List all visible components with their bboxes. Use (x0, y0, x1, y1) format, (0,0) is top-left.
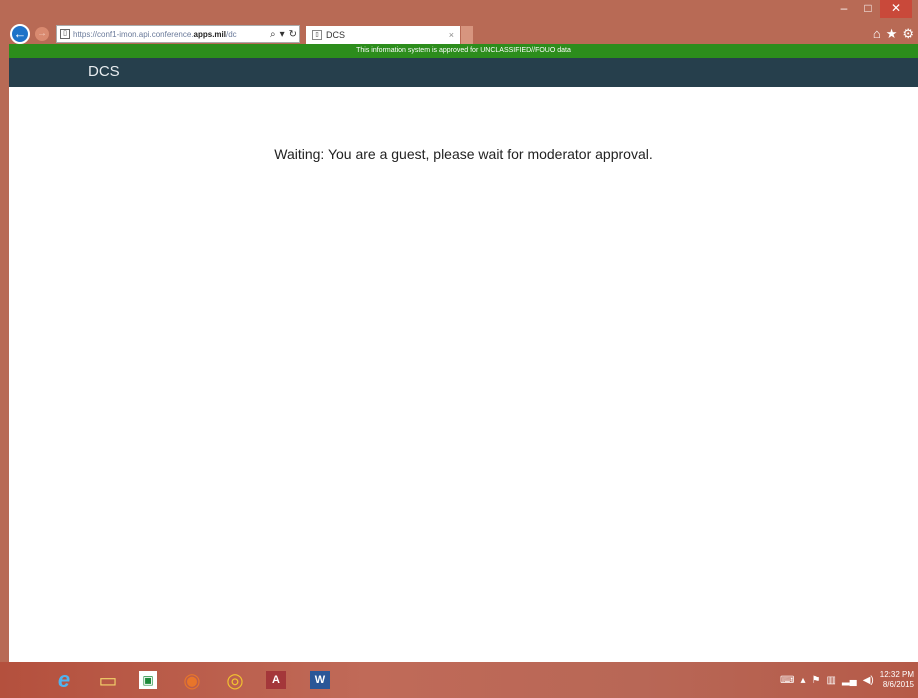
favorites-icon[interactable]: ★ (886, 26, 898, 42)
signal-icon[interactable]: ▂▄ (842, 675, 857, 686)
title-bar: – □ ✕ ← → ▯ https://conf1-imon.api.confe… (0, 0, 918, 44)
clock-date: 8/6/2015 (882, 680, 914, 689)
word-icon[interactable]: W (310, 671, 330, 689)
url-domain: apps.mil (193, 29, 226, 39)
page-favicon-icon: ▯ (312, 30, 322, 40)
minimize-button[interactable]: – (832, 0, 856, 18)
firefox-icon[interactable]: ◉ (180, 668, 204, 692)
waiting-message: Waiting: You are a guest, please wait fo… (274, 146, 653, 162)
search-icon[interactable]: ⌕ (270, 29, 276, 40)
browser-window: – □ ✕ ← → ▯ https://conf1-imon.api.confe… (0, 0, 918, 662)
browser-toolbar-right: ⌂ ★ ⚙ (873, 26, 914, 42)
app-title: DCS (88, 63, 120, 80)
forward-button[interactable]: → (35, 27, 49, 41)
taskbar: e ▭ ▣ ◉ ◎ A W ⌨ ▴ ⚑ ▥ ▂▄ ◀) 12:32 PM 8/6… (0, 662, 918, 698)
close-icon[interactable]: × (449, 30, 454, 40)
volume-icon[interactable]: ◀) (863, 675, 874, 686)
tab-label: DCS (326, 30, 346, 40)
keyboard-icon[interactable]: ⌨ (780, 675, 794, 686)
clock[interactable]: 12:32 PM 8/6/2015 (880, 670, 914, 690)
start-button[interactable] (10, 670, 30, 690)
page-content: This information system is approved for … (9, 44, 918, 662)
classification-banner: This information system is approved for … (9, 44, 918, 58)
new-tab-button[interactable] (461, 26, 473, 44)
system-tray: ⌨ ▴ ⚑ ▥ ▂▄ ◀) 12:32 PM 8/6/2015 (780, 662, 918, 698)
page-icon: ▯ (60, 29, 70, 39)
store-icon[interactable]: ▣ (139, 671, 157, 689)
network-icon[interactable]: ▥ (826, 675, 835, 686)
file-explorer-icon[interactable]: ▭ (96, 668, 120, 692)
access-icon[interactable]: A (266, 671, 286, 689)
tab-dcs[interactable]: ▯ DCS × (306, 26, 460, 44)
url-tail: /dc (225, 29, 237, 39)
home-icon[interactable]: ⌂ (873, 26, 881, 42)
window-controls: – □ ✕ (832, 0, 912, 20)
chevron-down-icon[interactable]: ▾ (280, 29, 285, 40)
app-header: DCS (9, 58, 918, 87)
address-bar[interactable]: ▯ https://conf1-imon.api.conference.apps… (56, 25, 300, 43)
internet-explorer-icon[interactable]: e (52, 667, 76, 692)
url-prefix: https://conf1-imon.api.conference. (73, 29, 194, 39)
url-text[interactable]: https://conf1-imon.api.conference.apps.m… (73, 30, 268, 39)
flag-icon[interactable]: ⚑ (812, 675, 821, 686)
clock-time: 12:32 PM (879, 670, 914, 679)
chrome-icon[interactable]: ◎ (223, 668, 247, 692)
close-window-button[interactable]: ✕ (880, 0, 912, 18)
maximize-button[interactable]: □ (856, 0, 880, 18)
settings-icon[interactable]: ⚙ (902, 26, 914, 42)
back-button[interactable]: ← (10, 24, 30, 44)
chevron-up-icon[interactable]: ▴ (800, 675, 805, 686)
refresh-icon[interactable]: ↻ (289, 29, 297, 40)
